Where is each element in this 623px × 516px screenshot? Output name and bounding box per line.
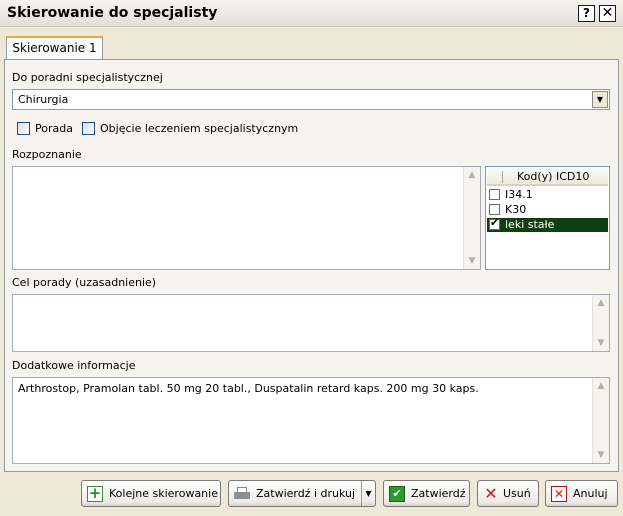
chevron-down-icon[interactable]: ▼ xyxy=(361,481,375,506)
purpose-textarea[interactable]: ▲ ▼ xyxy=(12,294,610,352)
plus-icon: + xyxy=(87,484,103,502)
clinic-select-value: Chirurgia xyxy=(18,93,69,106)
icd10-row-code: leki stałe xyxy=(505,218,555,231)
icd10-header-label: Kod(y) ICD10 xyxy=(517,170,590,183)
printer-icon xyxy=(234,486,250,502)
confirm-print-button[interactable]: Zatwierdź i drukuj ▼ xyxy=(228,480,376,507)
extra-info-textarea[interactable]: Arthrostop, Pramolan tabl. 50 mg 20 tabl… xyxy=(12,377,610,464)
window-title: Skierowanie do specjalisty xyxy=(7,5,218,21)
diagnosis-textarea[interactable]: ▲ ▼ xyxy=(12,166,481,270)
icd10-row-checkbox[interactable] xyxy=(489,216,500,230)
help-button[interactable]: ? xyxy=(578,5,595,22)
scroll-down-icon[interactable]: ▼ xyxy=(594,448,608,462)
referral-dialog: Skierowanie do specjalisty ? ✕ Skierowan… xyxy=(0,0,623,516)
icd10-row[interactable]: leki stałe xyxy=(487,216,608,232)
purpose-label: Cel porady (uzasadnienie) xyxy=(12,276,157,289)
cancel-label: Anuluj xyxy=(573,487,608,500)
close-button[interactable]: ✕ xyxy=(599,5,616,22)
extra-info-text: Arthrostop, Pramolan tabl. 50 mg 20 tabl… xyxy=(18,382,479,395)
icd10-list[interactable]: Kod(y) ICD10 I34.1 K30 leki stałe xyxy=(485,166,610,270)
icd10-row-code: K30 xyxy=(505,203,527,216)
consult-label: Porada xyxy=(35,122,73,135)
tab-referral-1[interactable]: Skierowanie 1 xyxy=(6,36,103,60)
clinic-select[interactable]: Chirurgia ▼ xyxy=(12,89,610,110)
consult-checkbox[interactable] xyxy=(17,122,30,135)
clinic-label: Do poradni specjalistycznej xyxy=(12,71,163,84)
cancel-x-icon: ✕ xyxy=(551,486,567,502)
cancel-button[interactable]: ✕ Anuluj xyxy=(545,480,618,507)
delete-label: Usuń xyxy=(503,487,531,500)
icd10-row-checkbox[interactable] xyxy=(489,189,500,200)
title-bar[interactable]: Skierowanie do specjalisty ? ✕ xyxy=(0,0,623,27)
scroll-up-icon[interactable]: ▲ xyxy=(594,296,608,310)
icd10-row-code: I34.1 xyxy=(505,188,533,201)
confirm-label: Zatwierdź xyxy=(411,487,466,500)
next-referral-button[interactable]: + Kolejne skierowanie xyxy=(81,480,221,507)
icd10-row[interactable]: I34.1 xyxy=(487,188,608,202)
purpose-scrollbar[interactable]: ▲ ▼ xyxy=(592,295,609,351)
diagnosis-scrollbar[interactable]: ▲ ▼ xyxy=(463,167,480,269)
icd10-row-checkbox[interactable] xyxy=(489,204,500,215)
icd10-row[interactable]: K30 xyxy=(487,203,608,217)
specialist-treatment-checkbox[interactable] xyxy=(82,122,95,135)
delete-button[interactable]: ✕ Usuń xyxy=(477,480,539,507)
specialist-treatment-label: Objęcie leczeniem specjalistycznym xyxy=(100,122,299,135)
confirm-button[interactable]: ✔ Zatwierdź xyxy=(383,480,470,507)
confirm-print-label: Zatwierdź i drukuj xyxy=(256,487,356,500)
scroll-down-icon[interactable]: ▼ xyxy=(465,254,479,268)
icd10-header[interactable]: Kod(y) ICD10 xyxy=(487,168,608,186)
next-referral-label: Kolejne skierowanie xyxy=(109,487,218,500)
extra-info-scrollbar[interactable]: ▲ ▼ xyxy=(592,378,609,463)
diagnosis-label: Rozpoznanie xyxy=(12,148,82,161)
scroll-down-icon[interactable]: ▼ xyxy=(594,336,608,350)
scroll-up-icon[interactable]: ▲ xyxy=(465,168,479,182)
scroll-up-icon[interactable]: ▲ xyxy=(594,379,608,393)
chevron-down-icon[interactable]: ▼ xyxy=(592,91,608,108)
delete-x-icon: ✕ xyxy=(484,484,498,503)
extra-info-label: Dodatkowe informacje xyxy=(12,359,136,372)
check-icon: ✔ xyxy=(389,486,405,502)
column-separator xyxy=(502,171,503,183)
